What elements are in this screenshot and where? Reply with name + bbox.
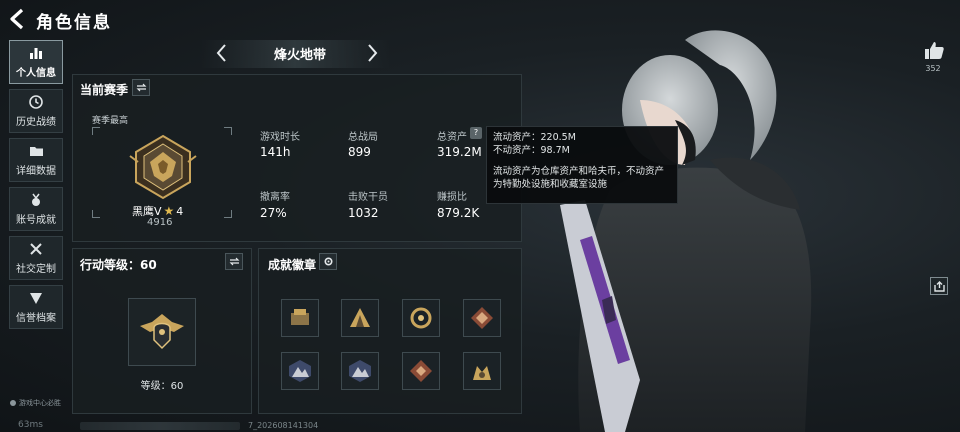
stat-value-playtime: 141h [260,145,291,159]
achievement-badge-8[interactable] [463,352,501,390]
achievement-title: 成就徽章 [268,258,317,272]
back-arrow-icon [10,8,24,30]
nav-label: 账号成就 [16,214,56,226]
crest-badge-icon [410,360,432,382]
stat-label-extract-rate: 撤离率 [260,192,290,203]
level-switch-button[interactable] [225,253,243,270]
frame-corner [224,210,232,218]
uid-text: 7_202608141304 [248,421,319,430]
tooltip-liquid-assets: 流动资产：220.5M [493,132,576,143]
share-button[interactable] [930,277,948,295]
achievement-badge-6[interactable] [341,352,379,390]
nav-item-reputation[interactable]: 信誉档案 [9,285,63,329]
crest-badge-icon [471,307,493,329]
tooltip-desc-line2: 为特勤处设施和收藏室设施 [493,179,608,190]
like-button[interactable] [923,40,945,60]
level-emblem [140,314,184,350]
nav-label: 个人信息 [16,67,56,79]
shield-icon [27,291,45,305]
ring-badge-icon [410,307,432,329]
nav-label: 信誉档案 [16,312,56,324]
stat-label-assets: 总资产 [437,132,467,143]
achievement-badge-5[interactable] [281,352,319,390]
stat-label-playtime: 游戏时长 [260,132,300,143]
thumbs-up-icon [925,42,944,59]
bar-chart-icon [27,46,45,60]
rank-emblem [129,134,197,200]
frame-corner [92,210,100,218]
bull-badge-icon [473,366,491,380]
medal-icon [27,193,45,207]
level-title: 行动等级：60 [80,258,157,272]
mountain-badge-icon [289,360,311,382]
achievement-badge-2[interactable] [341,299,379,337]
nav-item-profile[interactable]: 个人信息 [9,40,63,84]
stat-value-kills: 1032 [348,206,379,220]
swap-icon [229,257,239,266]
gear-icon [323,257,333,266]
like-count: 352 [925,64,941,73]
achievement-badge-7[interactable] [402,352,440,390]
stat-value-assets: 319.2M [437,145,482,159]
achievement-badge-4[interactable] [463,299,501,337]
uid-redacted [80,422,240,430]
ping-readout: 63ms [18,420,43,430]
stat-value-matches: 899 [348,145,371,159]
tooltip-fixed-assets: 不动资产：98.7M [493,145,570,156]
season-switch-button[interactable] [132,79,150,96]
stat-value-extract-rate: 27% [260,206,287,220]
nav-label: 详细数据 [16,165,56,177]
mode-next-button[interactable] [364,42,380,68]
nav-label: 社交定制 [16,263,56,275]
achievement-badge-3[interactable] [402,299,440,337]
tent-badge-icon [350,308,370,327]
stat-label-profit-ratio: 赚损比 [437,192,467,203]
tooltip-desc-line1: 流动资产为仓库资产和哈夫币，不动资产 [493,166,665,177]
folder-icon [27,144,45,158]
nav-item-achievement[interactable]: 账号成就 [9,187,63,231]
share-icon [933,280,945,292]
mode-label: 烽火地带 [273,48,326,63]
swap-icon [136,83,146,92]
rank-stars: 4 [176,204,184,218]
nav-item-detail[interactable]: 详细数据 [9,138,63,182]
mountain-badge-icon [349,360,371,382]
back-button[interactable] [6,6,32,32]
stat-value-profit-ratio: 879.2K [437,206,480,220]
achievement-badge-1[interactable] [281,299,319,337]
nav-label: 历史战绩 [16,116,56,128]
assets-tooltip: 流动资产：220.5M 不动资产：98.7M 流动资产为仓库资产和哈夫币，不动资… [486,126,678,204]
person-icon [10,400,16,406]
cargo-badge-icon [291,309,309,325]
stat-label-kills: 击败干员 [348,192,388,203]
frame-corner [92,127,100,135]
clock-icon [27,94,45,109]
season-subtitle: 赛季最高 [92,116,129,126]
help-icon[interactable]: ? [470,127,482,139]
character-artwork [560,30,812,432]
tools-icon [27,242,45,256]
season-title: 当前赛季 [80,83,129,97]
page-title: 角色信息 [36,13,112,33]
mode-prev-button[interactable] [214,42,230,68]
rank-score: 4916 [147,217,173,228]
achievement-settings-button[interactable] [319,253,337,270]
nav-item-social[interactable]: 社交定制 [9,236,63,280]
game-center-label: 游戏中心必胜 [10,398,61,408]
star-icon: ★ [163,204,175,218]
chevron-left-icon [216,44,226,62]
nav-item-history[interactable]: 历史战绩 [9,89,63,133]
level-text: 等级：60 [140,381,184,392]
frame-corner [224,127,232,135]
chevron-right-icon [368,44,378,62]
stat-label-matches: 总战局 [348,132,378,143]
